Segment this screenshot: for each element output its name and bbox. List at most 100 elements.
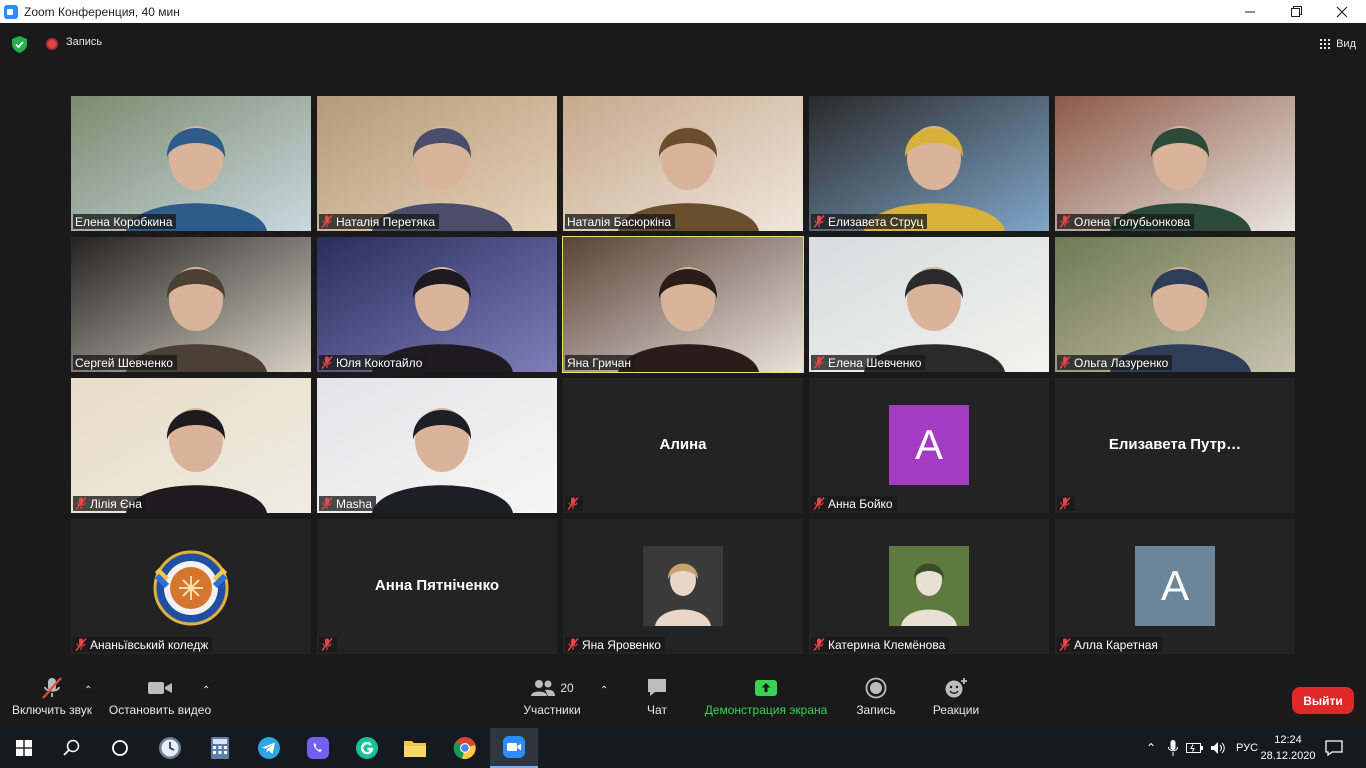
college-emblem-icon bbox=[151, 544, 231, 628]
participant-name: Лілія Єна bbox=[90, 496, 142, 511]
viber-icon bbox=[307, 737, 329, 759]
microphone-muted-icon bbox=[813, 356, 825, 369]
view-button[interactable]: Вид bbox=[1320, 31, 1356, 57]
participant-tile[interactable]: A Алла Каретная bbox=[1055, 519, 1295, 654]
taskbar-viber-app[interactable] bbox=[294, 728, 342, 768]
gallery-view: Елена Коробкина Наталія Перетяка Наталія Б… bbox=[71, 96, 1295, 654]
stop-video-button[interactable]: Остановить видео bbox=[106, 665, 214, 728]
chat-icon bbox=[644, 677, 670, 699]
participant-tile[interactable]: Елена Шевченко bbox=[809, 237, 1049, 372]
unmute-label: Включить звук bbox=[11, 702, 93, 717]
audio-options-chevron-up-icon[interactable]: ⌃ bbox=[84, 685, 92, 696]
battery-charging-icon[interactable] bbox=[1186, 742, 1204, 754]
taskbar-file-explorer-app[interactable] bbox=[391, 728, 439, 768]
participant-tile[interactable]: Елена Коробкина bbox=[71, 96, 311, 231]
taskbar-calculator-app[interactable] bbox=[196, 728, 244, 768]
microphone-muted-icon bbox=[1059, 356, 1071, 369]
search-icon bbox=[63, 739, 80, 756]
participant-name: Ананьївський коледж bbox=[90, 637, 209, 652]
microphone-tray-icon[interactable] bbox=[1168, 740, 1178, 756]
minimize-button[interactable] bbox=[1227, 0, 1273, 23]
record-button[interactable]: Запись bbox=[850, 665, 902, 728]
participant-tile[interactable]: Яна Яровенко bbox=[563, 519, 803, 654]
microphone-muted-icon bbox=[321, 215, 333, 228]
participant-tile[interactable]: Ольга Лазуренко bbox=[1055, 237, 1295, 372]
calculator-icon bbox=[211, 737, 229, 759]
participant-profile-photo bbox=[643, 546, 723, 626]
close-icon bbox=[1336, 6, 1348, 17]
chat-label: Чат bbox=[647, 702, 667, 717]
microphone-muted-icon bbox=[813, 638, 825, 651]
recording-indicator[interactable]: Запись bbox=[66, 36, 102, 48]
chat-button[interactable]: Чат bbox=[632, 665, 682, 728]
participant-tile[interactable]: Наталія Басюркіна bbox=[563, 96, 803, 231]
zoom-app-icon bbox=[503, 736, 525, 758]
unmute-button[interactable]: Включить звук bbox=[8, 665, 96, 728]
participant-name: Елена Шевченко bbox=[828, 355, 922, 370]
participants-count: 20 bbox=[560, 680, 574, 695]
participant-tile[interactable]: Лілія Єна bbox=[71, 378, 311, 513]
participant-tile[interactable]: Елизавета Путр… bbox=[1055, 378, 1295, 513]
participant-tile[interactable]: Алина bbox=[563, 378, 803, 513]
participant-name: Наталія Басюркіна bbox=[567, 214, 672, 229]
participant-name: Олена Голубьонкова bbox=[1074, 214, 1191, 229]
participant-nameplate: Ольга Лазуренко bbox=[1057, 355, 1173, 370]
video-options-chevron-up-icon[interactable]: ⌃ bbox=[202, 685, 210, 696]
participant-video bbox=[1055, 96, 1295, 231]
record-icon bbox=[863, 677, 889, 699]
participant-video bbox=[71, 96, 311, 231]
reactions-label: Реакции bbox=[932, 702, 980, 717]
reactions-button[interactable]: Реакции bbox=[928, 665, 984, 728]
windows-start-button[interactable] bbox=[0, 728, 48, 768]
taskbar-search-button[interactable] bbox=[48, 728, 96, 768]
taskbar-grammarly-app[interactable] bbox=[343, 728, 391, 768]
participant-video bbox=[71, 378, 311, 513]
participant-video bbox=[563, 96, 803, 231]
microphone-muted-icon bbox=[1059, 215, 1071, 228]
participants-label: Участники bbox=[523, 702, 581, 717]
participant-tile[interactable]: Олена Голубьонкова bbox=[1055, 96, 1295, 231]
participant-tile[interactable]: Сергей Шевченко bbox=[71, 237, 311, 372]
participant-tile[interactable]: Юля Кокотайло bbox=[317, 237, 557, 372]
participant-nameplate: Алла Каретная bbox=[1057, 637, 1162, 652]
participant-tile[interactable]: Яна Гричан bbox=[562, 236, 804, 373]
volume-speaker-icon[interactable] bbox=[1210, 741, 1226, 755]
microphone-muted-icon bbox=[321, 638, 333, 651]
taskbar-clock-app[interactable] bbox=[146, 728, 194, 768]
taskbar-chrome-app[interactable] bbox=[441, 728, 489, 768]
taskbar-telegram-app[interactable] bbox=[245, 728, 293, 768]
grammarly-icon bbox=[356, 737, 378, 759]
participant-name: Елена Коробкина bbox=[75, 214, 173, 229]
telegram-icon bbox=[258, 737, 280, 759]
participant-nameplate: Masha bbox=[319, 496, 377, 511]
participant-tile[interactable]: Наталія Перетяка bbox=[317, 96, 557, 231]
leave-button[interactable]: Выйти bbox=[1292, 687, 1354, 714]
close-button[interactable] bbox=[1319, 0, 1365, 23]
participant-tile[interactable]: Елизавета Струц bbox=[809, 96, 1049, 231]
participants-chevron-up-icon[interactable]: ⌃ bbox=[600, 685, 608, 696]
participant-name: Елизавета Струц bbox=[828, 214, 924, 229]
participant-nameplate: Сергей Шевченко bbox=[73, 355, 177, 370]
participant-video bbox=[809, 237, 1049, 372]
maximize-button[interactable] bbox=[1273, 0, 1319, 23]
task-view-button[interactable] bbox=[96, 728, 144, 768]
participant-video bbox=[809, 96, 1049, 231]
participant-tile[interactable]: Катерина Клемёнова bbox=[809, 519, 1049, 654]
share-screen-button[interactable]: Демонстрация экрана bbox=[702, 665, 830, 728]
notification-center-button[interactable] bbox=[1310, 728, 1358, 768]
taskbar-zoom-app[interactable] bbox=[490, 728, 538, 768]
participant-nameplate: Катерина Клемёнова bbox=[811, 637, 950, 652]
participant-tile[interactable]: Masha bbox=[317, 378, 557, 513]
participants-button[interactable]: 20 Участники bbox=[516, 665, 588, 728]
security-shield-icon[interactable] bbox=[12, 36, 27, 53]
participant-display-name: Алина bbox=[659, 436, 707, 453]
meeting-toolbar: Включить звук ⌃ Остановить видео ⌃ 20 Уч… bbox=[0, 665, 1366, 728]
participant-name: Наталія Перетяка bbox=[336, 214, 436, 229]
chrome-icon bbox=[453, 737, 476, 760]
restore-icon bbox=[1290, 6, 1302, 17]
share-screen-icon bbox=[753, 677, 779, 699]
participant-tile[interactable]: Анна Пятніченко bbox=[317, 519, 557, 654]
participant-tile[interactable]: A Анна Бойко bbox=[809, 378, 1049, 513]
show-hidden-icons-chevron-up-icon[interactable]: ⌃ bbox=[1142, 741, 1160, 755]
participant-tile[interactable]: Ананьївський коледж bbox=[71, 519, 311, 654]
